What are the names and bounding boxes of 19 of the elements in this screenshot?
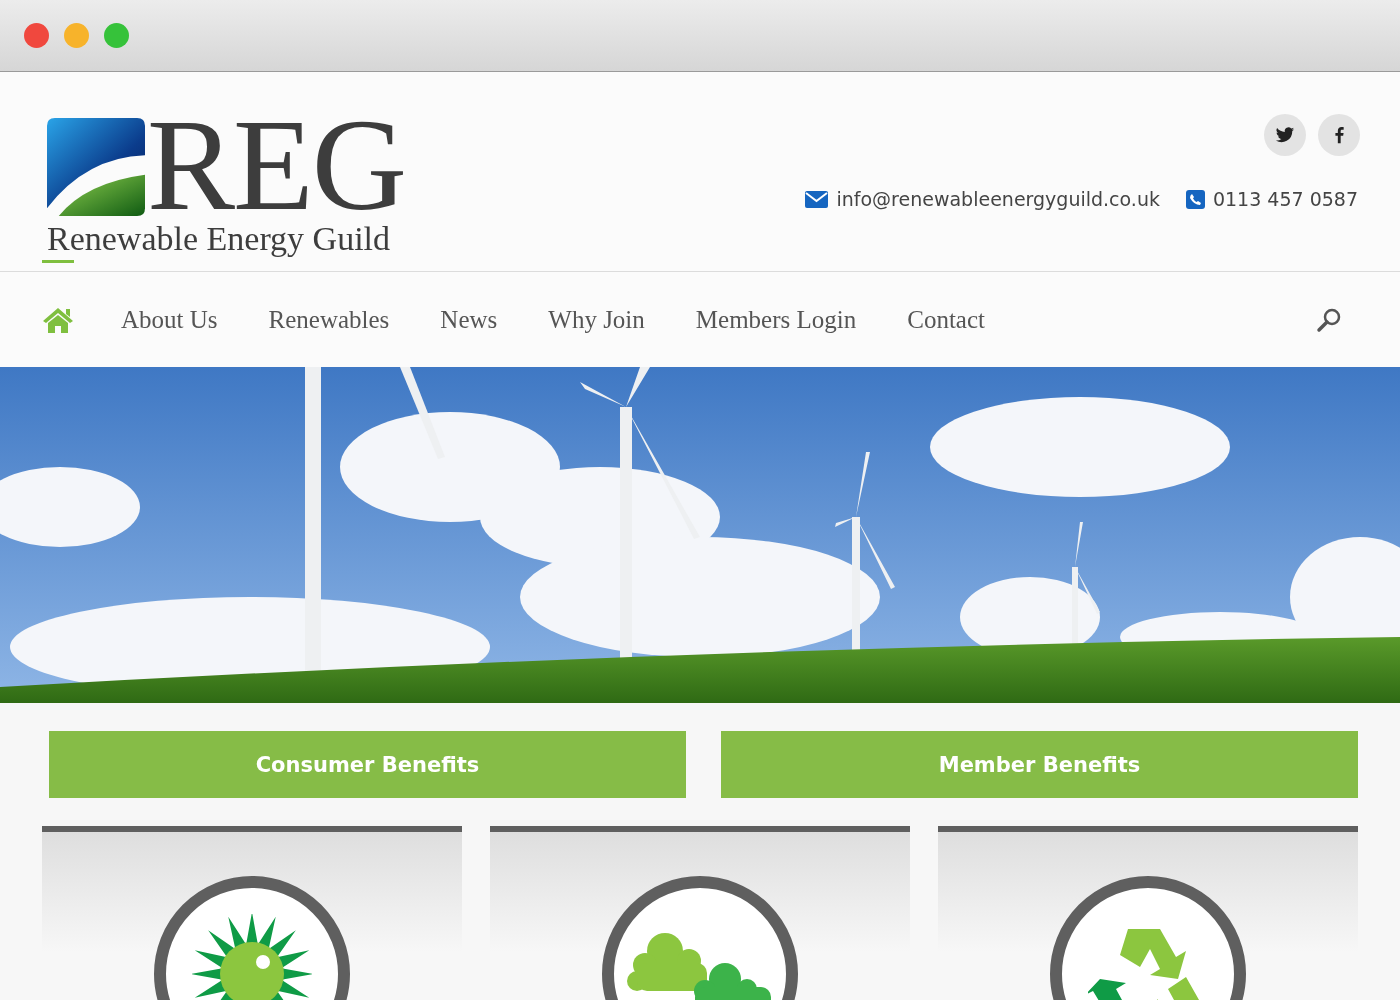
nav-link[interactable]: About Us (121, 301, 218, 338)
twitter-bird-icon[interactable] (1264, 114, 1306, 156)
facebook-f-icon[interactable] (1318, 114, 1360, 156)
nav-link[interactable]: Members Login (695, 301, 857, 338)
maximize-window-button[interactable] (104, 23, 129, 48)
nav-link[interactable]: Contact (907, 301, 985, 338)
logo-tagline: Renewable Energy Guild (47, 220, 392, 258)
envelope-icon (805, 190, 829, 208)
close-window-button[interactable] (24, 23, 49, 48)
nav-link[interactable]: Renewables (268, 301, 390, 338)
phone-icon (1185, 189, 1205, 209)
logo-icon (47, 118, 145, 216)
email-link[interactable]: info@renewableenergyguild.co.uk (836, 188, 1160, 210)
home-icon[interactable] (42, 259, 74, 334)
nav-link[interactable]: News (440, 301, 498, 338)
phone-number: 0113 457 0587 (1212, 188, 1358, 210)
nav-link[interactable]: Why Join (548, 301, 645, 338)
search-icon[interactable] (1316, 306, 1342, 333)
logo-wordmark: REG (147, 114, 405, 216)
